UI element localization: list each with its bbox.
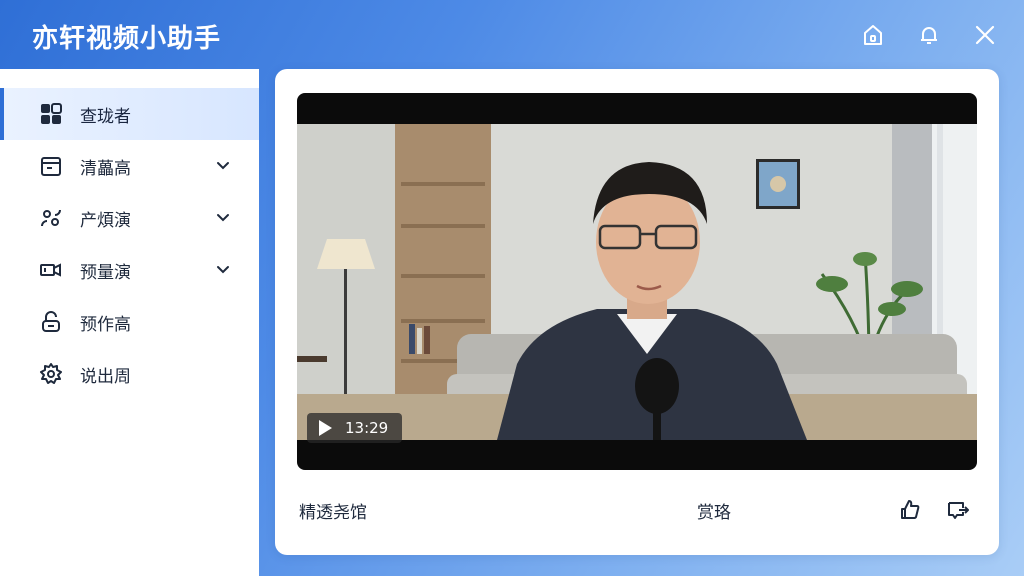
sidebar-item-3[interactable]: 预量演 [0,244,259,296]
sidebar-item-2[interactable]: 产煩演 [0,192,259,244]
sidebar-item-label: 说出周 [80,366,131,387]
video-title: 精透尧馆 [299,502,367,523]
sidebar-item-4[interactable]: 预作高 [0,296,259,348]
share-button[interactable] [897,497,923,523]
sidebar-item-label: 清藟高 [80,158,131,179]
footer-actions [849,497,975,523]
close-button[interactable] [970,20,1000,50]
sidebar-item-0[interactable]: 查珑者 [0,88,259,140]
notification-button[interactable] [914,20,944,50]
chevron-down-icon[interactable] [213,208,233,228]
calendar-icon [38,153,64,179]
app-title: 亦轩视频小助手 [32,24,222,54]
sidebar: 查珑者 清藟高 产煩演 预量演 预作高 说出周 [0,69,259,576]
sidebar-item-1[interactable]: 清藟高 [0,140,259,192]
title-actions [858,20,1000,50]
dashboard-icon [38,101,64,127]
play-icon[interactable] [317,419,333,437]
sidebar-item-label: 预量演 [80,262,131,283]
card-footer: 精透尧馆 赏珞 [299,495,975,525]
video-timestamp: 13:29 [345,419,389,437]
gear-icon [38,361,64,387]
comment-icon [948,502,969,519]
home-icon [864,25,882,45]
chevron-down-icon[interactable] [213,156,233,176]
video-frame [297,124,977,440]
sidebar-item-label: 产煩演 [80,210,131,231]
video-player[interactable]: 13:29 [297,93,977,470]
title-bar: 亦轩视频小助手 [0,0,1024,68]
sidebar-item-label: 预作高 [80,314,131,335]
lock-icon [38,309,64,335]
home-button[interactable] [858,20,888,50]
bell-icon [921,27,937,44]
users-icon [38,205,64,231]
video-card: 13:29 精透尧馆 赏珞 [275,69,999,555]
chevron-down-icon[interactable] [213,260,233,280]
sidebar-item-label: 查珑者 [80,106,131,127]
video-author: 赏珞 [697,502,731,523]
share-icon [901,500,920,519]
comment-button[interactable] [945,497,971,523]
video-icon [38,257,64,283]
video-controls[interactable]: 13:29 [307,413,403,443]
sidebar-item-5[interactable]: 说出周 [0,348,259,400]
close-icon [975,25,995,45]
